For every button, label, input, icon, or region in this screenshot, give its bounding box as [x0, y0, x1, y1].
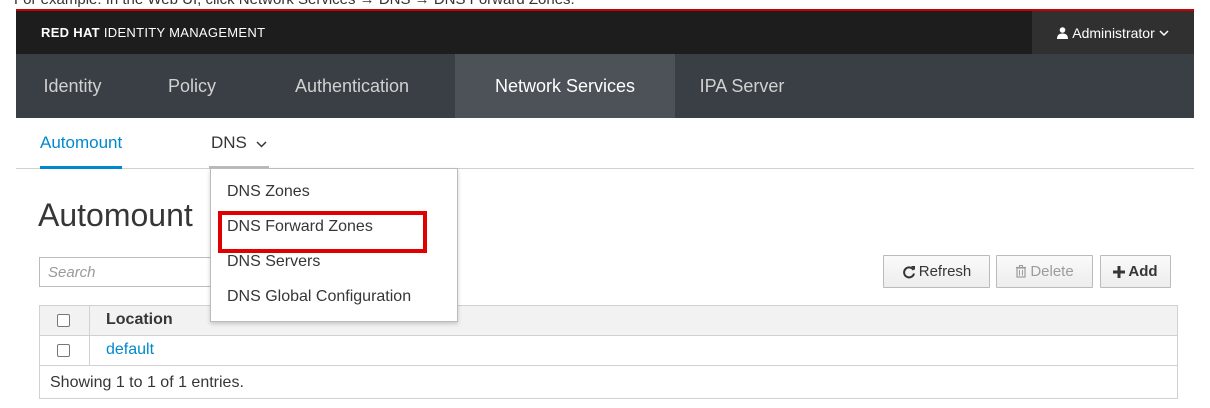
plus-icon	[1113, 265, 1126, 278]
menu-item-dns-zones[interactable]: DNS Zones	[227, 183, 310, 201]
refresh-button[interactable]: Refresh	[883, 255, 990, 288]
menu-item-dns-global-configuration[interactable]: DNS Global Configuration	[227, 288, 411, 306]
subtab-automount[interactable]: Automount	[40, 118, 123, 169]
secondary-nav: Automount DNS	[16, 118, 1194, 169]
caption-text: For example: In the Web UI, click Networ…	[14, 0, 575, 8]
table-footer: Showing 1 to 1 of 1 entries.	[40, 366, 1177, 398]
row-checkbox[interactable]	[57, 344, 70, 357]
masthead: RED HAT IDENTITY MANAGEMENT Administrato…	[16, 11, 1194, 54]
row-select-cell	[40, 336, 90, 365]
search-input[interactable]: Search	[39, 257, 229, 287]
column-header-location: Location	[106, 311, 173, 328]
tab-authentication[interactable]: Authentication	[260, 54, 444, 118]
add-label: Add	[1128, 263, 1158, 280]
chevron-down-icon	[1159, 29, 1169, 37]
delete-button[interactable]: Delete	[996, 255, 1093, 288]
entries-count: Showing 1 to 1 of 1 entries.	[50, 374, 244, 391]
brand-logo: RED HAT IDENTITY MANAGEMENT	[41, 25, 265, 40]
user-name: Administrator	[1072, 24, 1155, 41]
subtab-dns-label: DNS	[211, 133, 247, 152]
trash-icon	[1015, 265, 1027, 278]
app-window: RED HAT IDENTITY MANAGEMENT Administrato…	[16, 11, 1194, 408]
menu-item-dns-servers[interactable]: DNS Servers	[227, 253, 320, 271]
page-title: Automount	[38, 197, 193, 233]
refresh-label: Refresh	[918, 263, 972, 280]
tab-identity[interactable]: Identity	[16, 54, 129, 118]
highlight-box	[218, 211, 427, 253]
tab-network-services[interactable]: Network Services	[455, 54, 675, 118]
active-underline	[40, 166, 123, 169]
add-button[interactable]: Add	[1100, 255, 1171, 288]
user-icon	[1057, 26, 1069, 39]
chevron-down-icon	[256, 140, 267, 148]
select-all-checkbox[interactable]	[57, 314, 70, 327]
user-menu[interactable]: Administrator	[1032, 11, 1194, 54]
location-link[interactable]: default	[106, 341, 154, 359]
tab-ipa-server[interactable]: IPA Server	[678, 54, 806, 118]
subtab-automount-label: Automount	[40, 133, 123, 152]
select-all-cell	[40, 306, 90, 335]
table-row: default	[40, 336, 1177, 366]
tab-policy[interactable]: Policy	[142, 54, 242, 118]
brand-bold: RED HAT	[41, 25, 100, 40]
refresh-icon	[902, 265, 916, 279]
brand-rest: IDENTITY MANAGEMENT	[103, 25, 266, 40]
delete-label: Delete	[1030, 263, 1074, 280]
primary-nav: Identity Policy Authentication Network S…	[16, 54, 1194, 118]
subtab-dns[interactable]: DNS	[209, 118, 269, 169]
